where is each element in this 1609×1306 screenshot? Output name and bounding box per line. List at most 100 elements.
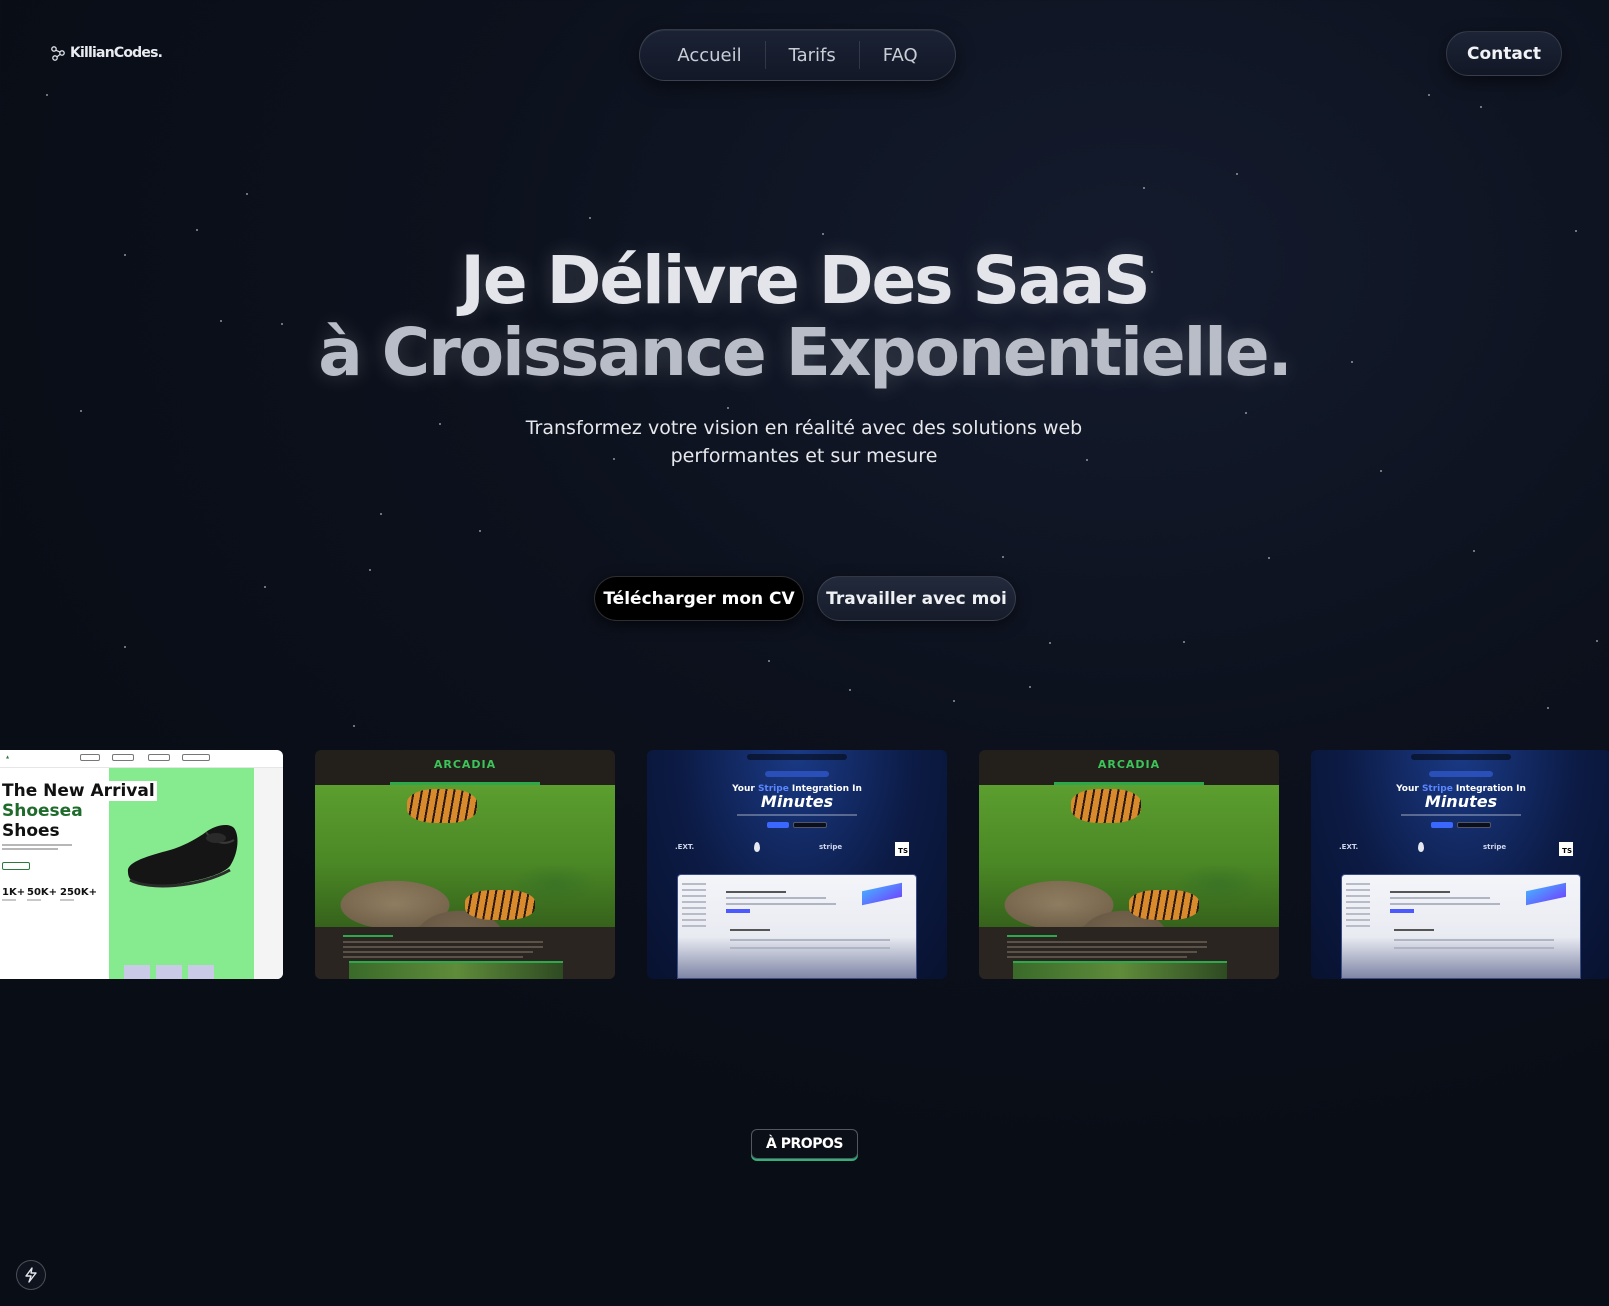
text-line xyxy=(1007,951,1197,953)
text-line xyxy=(343,951,533,953)
project-card-arcadia[interactable]: ARCADIA xyxy=(979,750,1279,979)
shoes-navbar: ▲ xyxy=(0,750,283,768)
star xyxy=(768,660,770,662)
starfield-background xyxy=(0,0,1609,1306)
next-logo: .EXT. xyxy=(675,843,695,851)
shoes-stat: 250K+ xyxy=(60,887,98,898)
dashboard-accent-card xyxy=(862,882,902,906)
shoes-title-line2: Shoesea xyxy=(2,801,83,821)
shoes-nav-pill xyxy=(80,754,100,761)
dashboard-row xyxy=(1394,947,1554,949)
stripe-cta-primary xyxy=(1431,822,1453,828)
star xyxy=(80,410,82,412)
dashboard-row xyxy=(1390,909,1414,913)
shoes-stat: 50K+ xyxy=(27,887,58,898)
shoes-stat: 1K+ xyxy=(2,887,26,898)
nav-item-faq[interactable]: FAQ xyxy=(860,45,941,66)
shoes-thumbnail xyxy=(156,965,182,979)
bolt-button[interactable] xyxy=(16,1260,46,1290)
star xyxy=(1547,707,1549,709)
site-logo[interactable]: KillianCodes. xyxy=(50,45,163,61)
star xyxy=(1049,642,1051,644)
star xyxy=(1380,470,1382,472)
text-line xyxy=(1007,956,1187,958)
tiger-shape xyxy=(407,789,477,823)
star xyxy=(124,646,126,648)
dashboard-row xyxy=(730,939,890,941)
text-line xyxy=(343,956,523,958)
shoes-stat-label xyxy=(2,899,16,901)
nodes-icon xyxy=(51,46,65,61)
dashboard-row xyxy=(1394,929,1434,931)
star xyxy=(46,94,48,96)
dashboard-sidebar xyxy=(682,883,716,963)
mongodb-icon xyxy=(754,842,760,852)
nav-item-accueil[interactable]: Accueil xyxy=(654,45,764,66)
project-card-shoesea[interactable]: ▲ The New Arrival Shoesea Shoes 1K+ 50K+… xyxy=(0,750,283,979)
star xyxy=(1245,412,1247,414)
work-with-me-button[interactable]: Travailler avec moi xyxy=(817,576,1016,621)
main-nav: Accueil Tarifs FAQ xyxy=(639,29,956,81)
star xyxy=(264,586,266,588)
project-card-stripe[interactable]: Your Stripe Integration In Minutes .EXT.… xyxy=(1311,750,1609,979)
dashboard-row xyxy=(1390,891,1450,893)
star xyxy=(1236,173,1238,175)
shoes-thumbnail xyxy=(188,965,214,979)
dashboard-row xyxy=(730,947,890,949)
star xyxy=(380,513,382,515)
star xyxy=(727,407,729,409)
nav-item-tarifs[interactable]: Tarifs xyxy=(766,45,859,66)
stripe-subtext xyxy=(737,814,857,816)
star xyxy=(822,233,824,235)
typescript-icon: TS xyxy=(895,842,909,856)
text-line xyxy=(1007,946,1207,948)
tiger-shape xyxy=(1129,890,1199,920)
star xyxy=(479,530,481,532)
star xyxy=(953,700,955,702)
tiger-image xyxy=(315,785,615,927)
shoes-shop-button xyxy=(2,862,30,870)
tiger-shape xyxy=(1071,789,1141,823)
arcadia-title: ARCADIA xyxy=(433,758,497,771)
star xyxy=(196,229,198,231)
star xyxy=(1002,556,1004,558)
stripe-logo: stripe xyxy=(819,843,843,851)
dashboard-row xyxy=(726,891,786,893)
dashboard-row xyxy=(730,929,770,931)
project-card-stripe[interactable]: Your Stripe Integration In Minutes .EXT.… xyxy=(647,750,947,979)
stripe-navbar xyxy=(1411,754,1511,760)
dashboard-row xyxy=(1390,903,1500,905)
star xyxy=(1268,557,1270,559)
stripe-dashboard-preview xyxy=(677,874,917,979)
stripe-cta-secondary xyxy=(793,822,827,828)
contact-button[interactable]: Contact xyxy=(1446,31,1562,76)
shoes-brand: ▲ xyxy=(6,754,10,759)
stripe-headline-big: Minutes xyxy=(760,792,834,811)
star xyxy=(1575,230,1577,232)
next-logo: .EXT. xyxy=(1339,843,1359,851)
shoes-stat-label xyxy=(60,899,74,901)
tiger-image xyxy=(979,785,1279,927)
download-cv-button[interactable]: Télécharger mon CV xyxy=(594,576,804,621)
stripe-subtext xyxy=(1401,814,1521,816)
stripe-dashboard-preview xyxy=(1341,874,1581,979)
tiger-shape xyxy=(465,890,535,920)
hero-subtitle: Transformez votre vision en réalité avec… xyxy=(525,417,1083,467)
star xyxy=(369,569,371,571)
star xyxy=(1473,550,1475,552)
stripe-badge xyxy=(1429,771,1493,777)
arcadia-title: ARCADIA xyxy=(1097,758,1161,771)
shoes-thumbnail xyxy=(124,965,150,979)
shoes-side-panel xyxy=(254,768,283,979)
shoes-description xyxy=(2,844,72,854)
star xyxy=(1183,641,1185,643)
hero-title-line1: Je Délivre Des SaaS xyxy=(460,242,1150,319)
hero-title: Je Délivre Des SaaS à Croissance Exponen… xyxy=(0,245,1609,389)
hero-title-line2: à Croissance Exponentielle. xyxy=(318,314,1292,391)
dashboard-row xyxy=(1394,939,1554,941)
shoes-nav-pill xyxy=(112,754,134,761)
bolt-icon xyxy=(25,1267,37,1283)
dashboard-row xyxy=(726,897,826,899)
project-card-arcadia[interactable]: ARCADIA xyxy=(315,750,615,979)
star xyxy=(1596,640,1598,642)
